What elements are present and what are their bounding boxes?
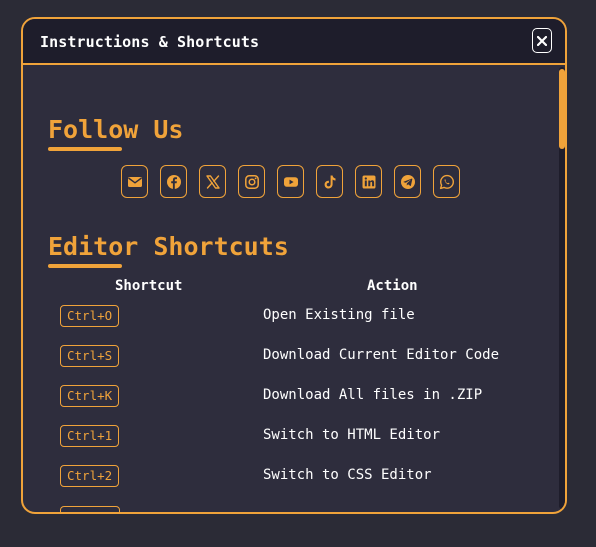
instagram-link[interactable] <box>238 165 265 198</box>
action-column-header: Action <box>367 278 418 294</box>
whatsapp-link[interactable] <box>433 165 460 198</box>
shortcut-key: Ctrl+O <box>60 305 120 327</box>
youtube-icon <box>283 176 298 187</box>
facebook-icon <box>166 174 181 189</box>
email-link[interactable] <box>121 165 148 198</box>
tiktok-link[interactable] <box>316 165 343 198</box>
modal-body[interactable]: Follow Us Editor Shortcuts Shortcut Acti… <box>23 65 565 512</box>
linkedin-icon <box>362 175 375 188</box>
tiktok-icon <box>324 175 335 188</box>
youtube-link[interactable] <box>277 165 304 198</box>
telegram-icon <box>400 174 415 189</box>
telegram-link[interactable] <box>394 165 421 198</box>
shortcut-action: Download Current Editor Code <box>263 347 500 363</box>
scrollbar-thumb[interactable] <box>559 69 565 149</box>
x-link[interactable] <box>199 165 226 198</box>
close-button[interactable] <box>532 28 552 53</box>
editor-shortcuts-heading: Editor Shortcuts <box>48 232 289 261</box>
shortcut-key: Ctrl+K <box>60 385 120 407</box>
modal-title: Instructions & Shortcuts <box>40 33 260 51</box>
linkedin-link[interactable] <box>355 165 382 198</box>
shortcut-key: Ctrl+S <box>60 345 120 367</box>
shortcut-key: Ctrl+2 <box>60 465 120 487</box>
shortcut-key-partial <box>60 506 120 512</box>
instagram-icon <box>244 174 259 189</box>
heading-underline <box>48 264 122 268</box>
close-icon <box>537 35 547 46</box>
shortcut-action: Switch to HTML Editor <box>263 427 441 443</box>
shortcut-action: Download All files in .ZIP <box>263 387 483 403</box>
social-links <box>121 165 460 198</box>
shortcut-action: Switch to CSS Editor <box>263 467 432 483</box>
facebook-link[interactable] <box>160 165 187 198</box>
shortcut-action: Open Existing file <box>263 307 415 323</box>
shortcut-key: Ctrl+1 <box>60 425 120 447</box>
x-icon <box>205 174 220 189</box>
whatsapp-icon <box>439 174 454 189</box>
follow-us-heading: Follow Us <box>48 115 184 144</box>
heading-underline <box>48 147 122 151</box>
shortcut-column-header: Shortcut <box>115 278 183 294</box>
instructions-modal: Instructions & Shortcuts Follow Us Edito… <box>21 17 567 514</box>
email-icon <box>127 176 142 187</box>
modal-header: Instructions & Shortcuts <box>23 19 565 65</box>
